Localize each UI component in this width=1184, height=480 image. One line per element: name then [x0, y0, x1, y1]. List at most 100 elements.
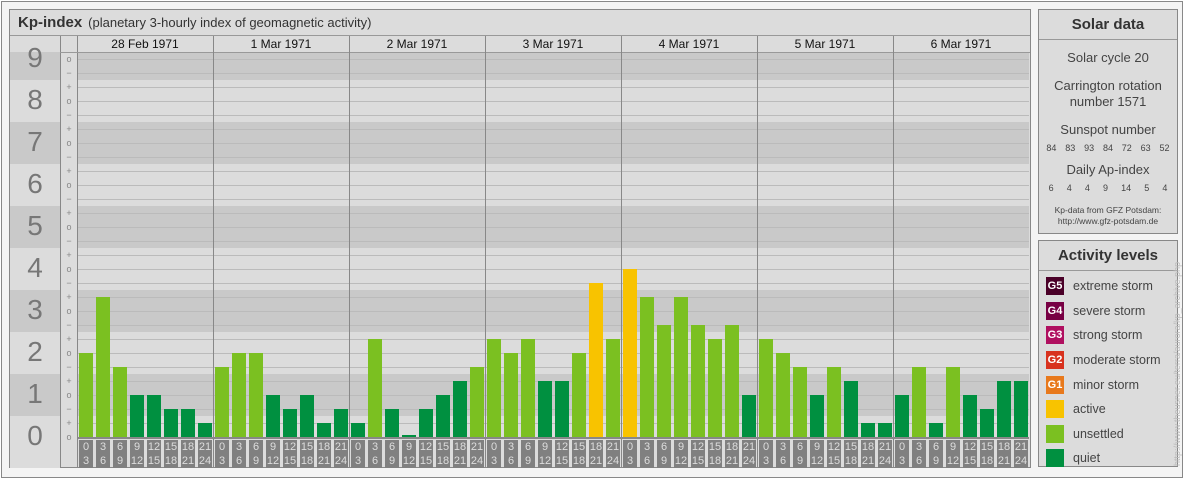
- hour-start: 0: [898, 441, 906, 453]
- kp-bar[interactable]: [351, 423, 365, 437]
- grid-line: [77, 157, 1029, 158]
- y-tick-label: 4: [27, 252, 43, 283]
- kp-bar[interactable]: [266, 395, 280, 437]
- hour-start: 21: [1014, 441, 1028, 453]
- grid-line: [77, 171, 1029, 172]
- kp-bar[interactable]: [572, 353, 586, 437]
- kp-bar[interactable]: [912, 367, 926, 437]
- hour-end: 3: [490, 455, 498, 467]
- kp-bar[interactable]: [623, 269, 637, 437]
- kp-bar[interactable]: [487, 339, 501, 437]
- ap-value: 4: [1162, 183, 1168, 193]
- kp-bar[interactable]: [232, 353, 246, 437]
- hour-end: 21: [317, 455, 331, 467]
- y-axis-line: [60, 36, 61, 468]
- legend-swatch: [1046, 449, 1064, 468]
- kp-bar[interactable]: [113, 367, 127, 437]
- grid-line: [77, 227, 1029, 228]
- kp-bar[interactable]: [147, 395, 161, 437]
- activity-levels-panel: Activity levels G5 extreme storm G4 severe …: [1038, 240, 1178, 468]
- kp-bar[interactable]: [708, 339, 722, 437]
- kp-bar[interactable]: [963, 395, 977, 437]
- legend-item: G3 strong storm: [1039, 323, 1177, 348]
- day-separator: [485, 36, 486, 468]
- hour-end: 3: [898, 455, 906, 467]
- kp-bar[interactable]: [657, 325, 671, 437]
- kp-bar[interactable]: [453, 381, 467, 437]
- kp-bar[interactable]: [589, 283, 603, 437]
- kp-bar[interactable]: [793, 367, 807, 437]
- hour-label: 18 21: [725, 440, 739, 468]
- kp-bar[interactable]: [96, 297, 110, 437]
- kp-bar[interactable]: [776, 353, 790, 437]
- kp-bar[interactable]: [385, 409, 399, 437]
- hour-label: 12 15: [963, 440, 977, 468]
- kp-bar[interactable]: [215, 367, 229, 437]
- hour-label: 12 15: [419, 440, 433, 468]
- hour-end: 15: [963, 455, 977, 467]
- kp-bar[interactable]: [249, 353, 263, 437]
- kp-bar[interactable]: [1014, 381, 1028, 437]
- kp-bar[interactable]: [606, 339, 620, 437]
- kp-bar[interactable]: [181, 409, 195, 437]
- kp-bar[interactable]: [198, 423, 212, 437]
- kp-bar[interactable]: [878, 423, 892, 437]
- ap-value: 4: [1066, 183, 1072, 193]
- hour-end: 18: [164, 455, 178, 467]
- kp-bar[interactable]: [929, 423, 943, 437]
- kp-bar[interactable]: [368, 339, 382, 437]
- kp-bar[interactable]: [725, 325, 739, 437]
- hour-end: 18: [572, 455, 586, 467]
- kp-bar[interactable]: [827, 367, 841, 437]
- kp-bar[interactable]: [946, 367, 960, 437]
- kp-bar[interactable]: [640, 297, 654, 437]
- legend-item: quiet: [1039, 446, 1177, 471]
- kp-bar[interactable]: [844, 381, 858, 437]
- grid-line: [77, 213, 1029, 214]
- kp-bar[interactable]: [164, 409, 178, 437]
- minor-tick-mark: +: [66, 250, 72, 260]
- hour-end: 12: [266, 455, 280, 467]
- kp-bar[interactable]: [283, 409, 297, 437]
- kp-bar[interactable]: [691, 325, 705, 437]
- kp-bar[interactable]: [759, 339, 773, 437]
- kp-bar[interactable]: [504, 353, 518, 437]
- baseline: [77, 437, 1029, 439]
- kp-bar[interactable]: [436, 395, 450, 437]
- kp-bar[interactable]: [334, 409, 348, 437]
- minor-tick-mark: −: [66, 152, 72, 162]
- kp-bar[interactable]: [895, 395, 909, 437]
- kp-bar[interactable]: [538, 381, 552, 437]
- kp-bar[interactable]: [317, 423, 331, 437]
- ap-values: 6 4 4 9 14 5 4: [1042, 183, 1174, 193]
- kp-bar[interactable]: [674, 297, 688, 437]
- hour-start: 21: [878, 441, 892, 453]
- kp-bar[interactable]: [555, 381, 569, 437]
- hour-label: 9 12: [402, 440, 416, 468]
- day-separator: [213, 36, 214, 468]
- hour-label: 21 24: [606, 440, 620, 468]
- y-tick-label: 1: [27, 378, 43, 409]
- legend-item: G5 extreme storm: [1039, 274, 1177, 299]
- kp-bar[interactable]: [130, 395, 144, 437]
- kp-bar[interactable]: [997, 381, 1011, 437]
- kp-bar[interactable]: [79, 353, 93, 437]
- hour-start: 9: [133, 441, 141, 453]
- kp-bar[interactable]: [402, 435, 416, 437]
- hour-start: 6: [388, 441, 396, 453]
- kp-bar[interactable]: [470, 367, 484, 437]
- kp-bar[interactable]: [521, 339, 535, 437]
- hour-end: 24: [1014, 455, 1028, 467]
- hour-start: 9: [813, 441, 821, 453]
- hour-label: 36: [912, 440, 926, 468]
- hour-end: 9: [116, 455, 124, 467]
- source-link[interactable]: http://www.gfz-potsdam.de: [1039, 216, 1177, 227]
- kp-bar[interactable]: [861, 423, 875, 437]
- hour-label: 12 15: [555, 440, 569, 468]
- kp-bar[interactable]: [810, 395, 824, 437]
- kp-bar[interactable]: [419, 409, 433, 437]
- y-tick-label: 3: [27, 294, 43, 325]
- kp-bar[interactable]: [980, 409, 994, 437]
- kp-bar[interactable]: [300, 395, 314, 437]
- kp-bar[interactable]: [742, 395, 756, 437]
